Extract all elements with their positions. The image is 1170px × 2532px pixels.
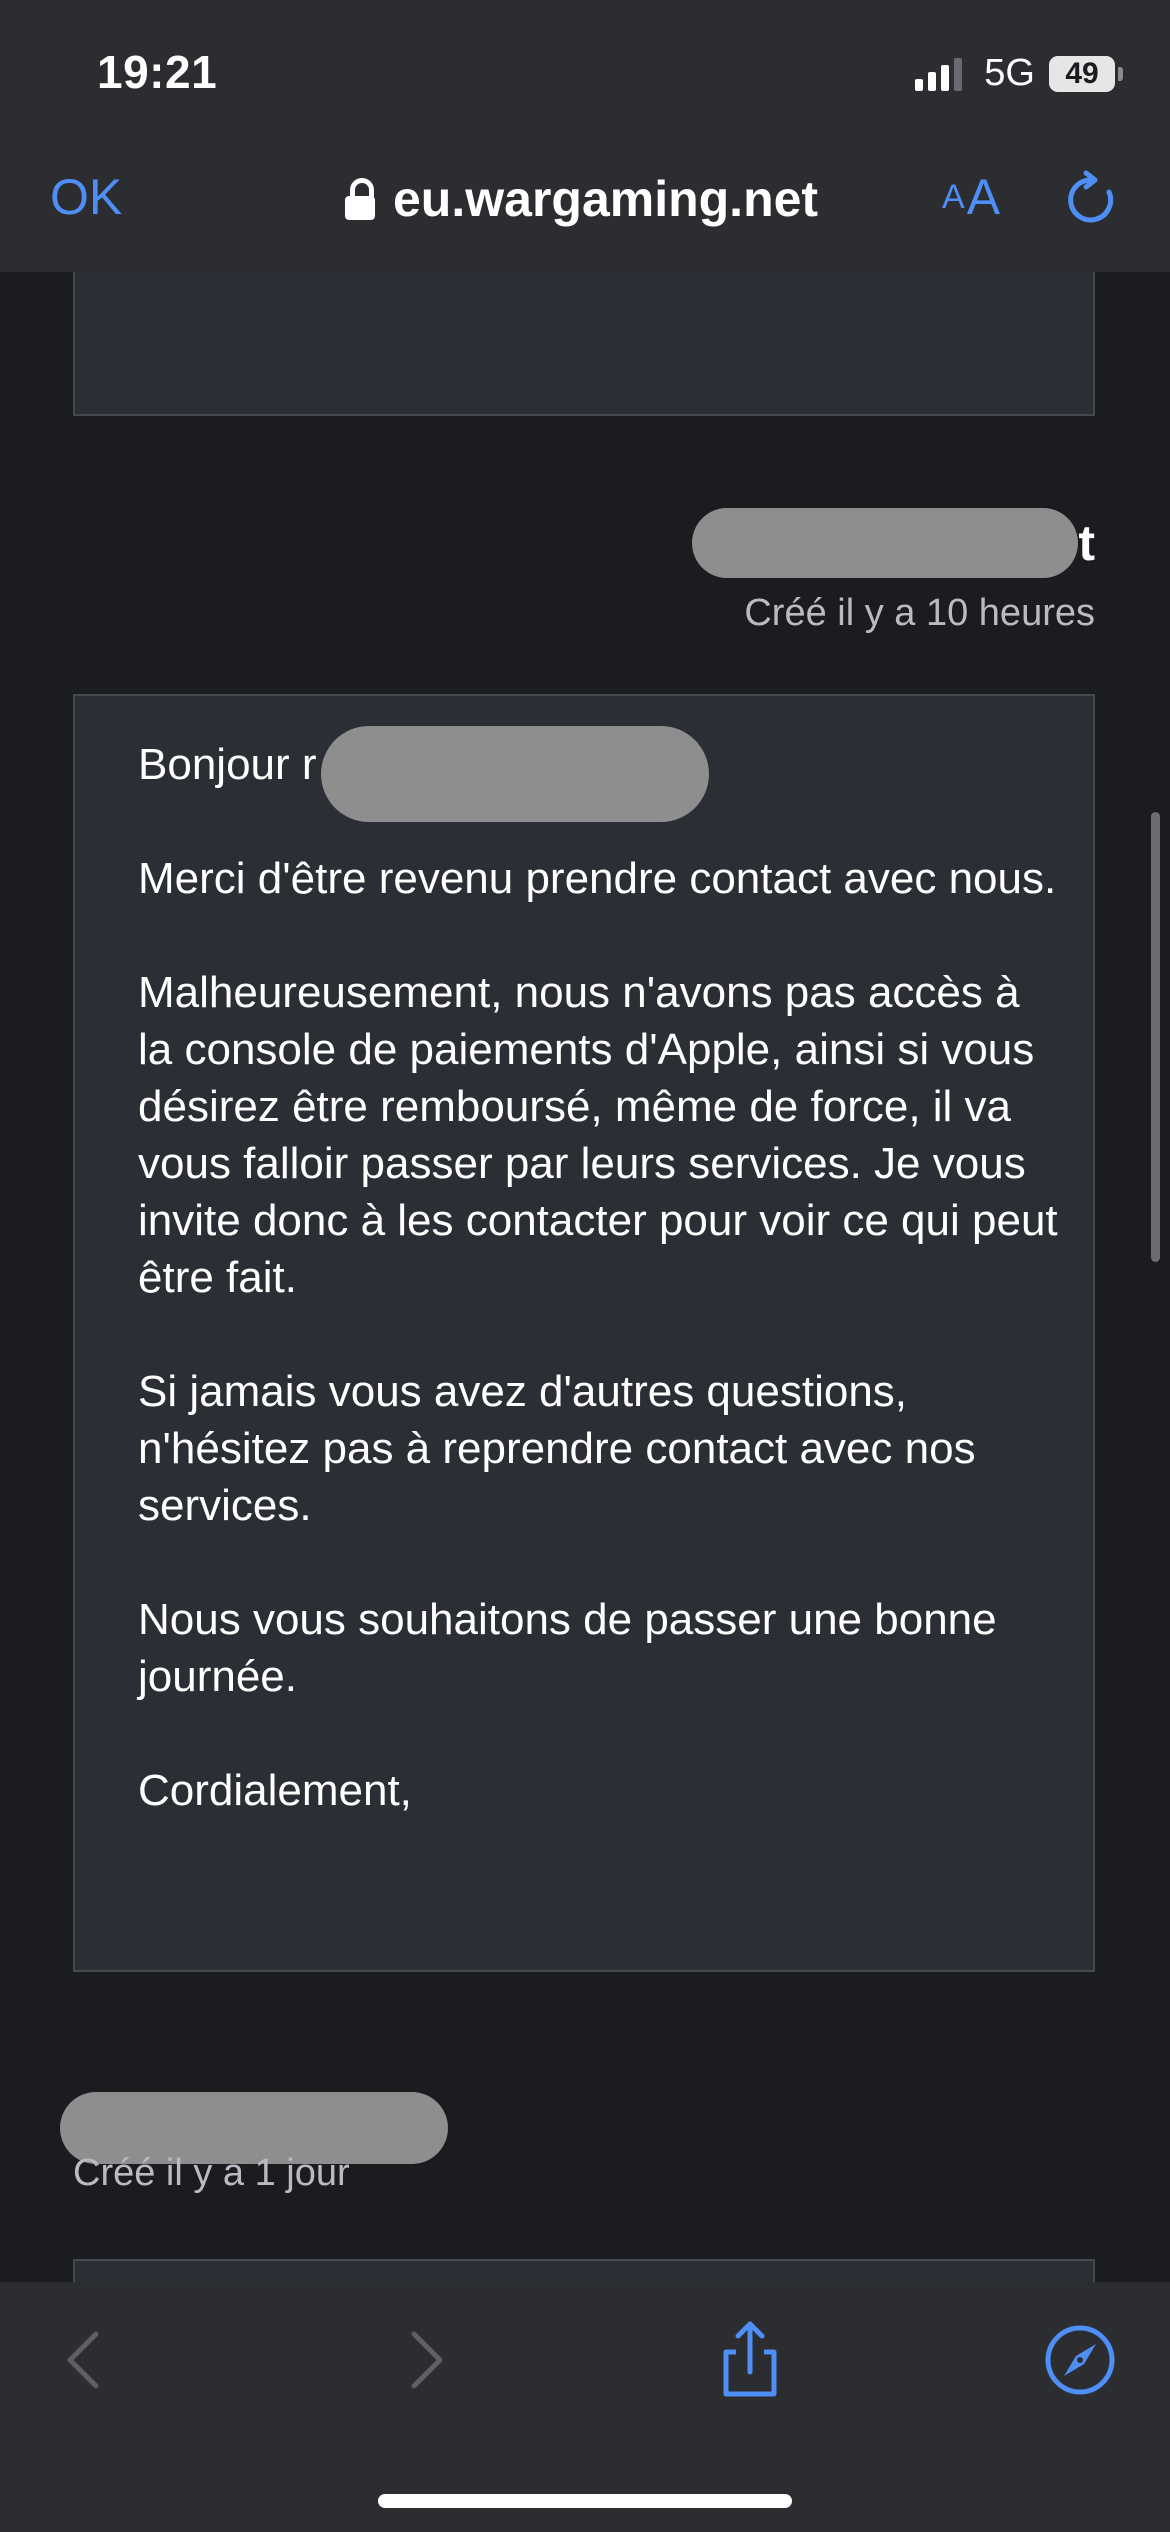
- text-size-button[interactable]: A A: [942, 172, 1000, 222]
- scrollbar[interactable]: [1151, 812, 1160, 1262]
- status-time: 19:21: [97, 46, 218, 98]
- previous-message-card: [73, 272, 1095, 416]
- message-paragraph: Merci d'être revenu prendre contact avec…: [138, 854, 1057, 903]
- text-size-large-glyph: A: [966, 169, 1001, 225]
- browser-top-bar: OK eu.wargaming.net A A: [0, 150, 1170, 272]
- signal-icon: [915, 57, 963, 91]
- older-message-card: [73, 2259, 1095, 2282]
- reply-message-card: Bonjour r Merci d'être revenu prendre co…: [73, 694, 1095, 1972]
- message-paragraph: Si jamais vous avez d'autres questions, …: [138, 1367, 976, 1530]
- lock-icon: [345, 178, 375, 220]
- message-paragraph: Nous vous souhaitons de passer une bonne…: [138, 1595, 997, 1701]
- screen: 19:21 5G 49 OK eu.wargaming.net A A t Cr…: [0, 0, 1170, 2532]
- redacted-recipient-name: [321, 726, 709, 822]
- back-icon[interactable]: [48, 2320, 128, 2400]
- done-button[interactable]: OK: [50, 168, 122, 226]
- message-signoff: Cordialement,: [138, 1766, 412, 1815]
- page-content: t Créé il y a 10 heures Bonjour r Merci …: [0, 272, 1170, 2282]
- address-bar[interactable]: eu.wargaming.net: [345, 170, 818, 228]
- domain-label: eu.wargaming.net: [393, 171, 819, 227]
- redacted-author-name: [692, 508, 1078, 578]
- reply-created-time: Créé il y a 10 heures: [744, 592, 1095, 634]
- previous-created-time: Créé il y a 1 jour: [73, 2152, 350, 2194]
- text-size-small-glyph: A: [942, 178, 965, 216]
- message-paragraph: Malheureusement, nous n'avons pas accès …: [138, 968, 1058, 1302]
- forward-icon[interactable]: [382, 2320, 462, 2400]
- share-icon[interactable]: [710, 2320, 790, 2400]
- network-label: 5G: [984, 52, 1035, 94]
- message-body: Bonjour r Merci d'être revenu prendre co…: [138, 736, 1058, 1819]
- battery-level: 49: [1065, 56, 1099, 90]
- status-indicators: 5G 49: [915, 52, 1123, 95]
- reload-icon[interactable]: [1062, 170, 1122, 230]
- compass-icon[interactable]: [1040, 2320, 1120, 2400]
- home-indicator[interactable]: [378, 2494, 792, 2508]
- reply-author-name: t: [1078, 515, 1095, 571]
- battery-icon: 49: [1049, 55, 1123, 92]
- status-bar: 19:21 5G 49: [0, 0, 1170, 150]
